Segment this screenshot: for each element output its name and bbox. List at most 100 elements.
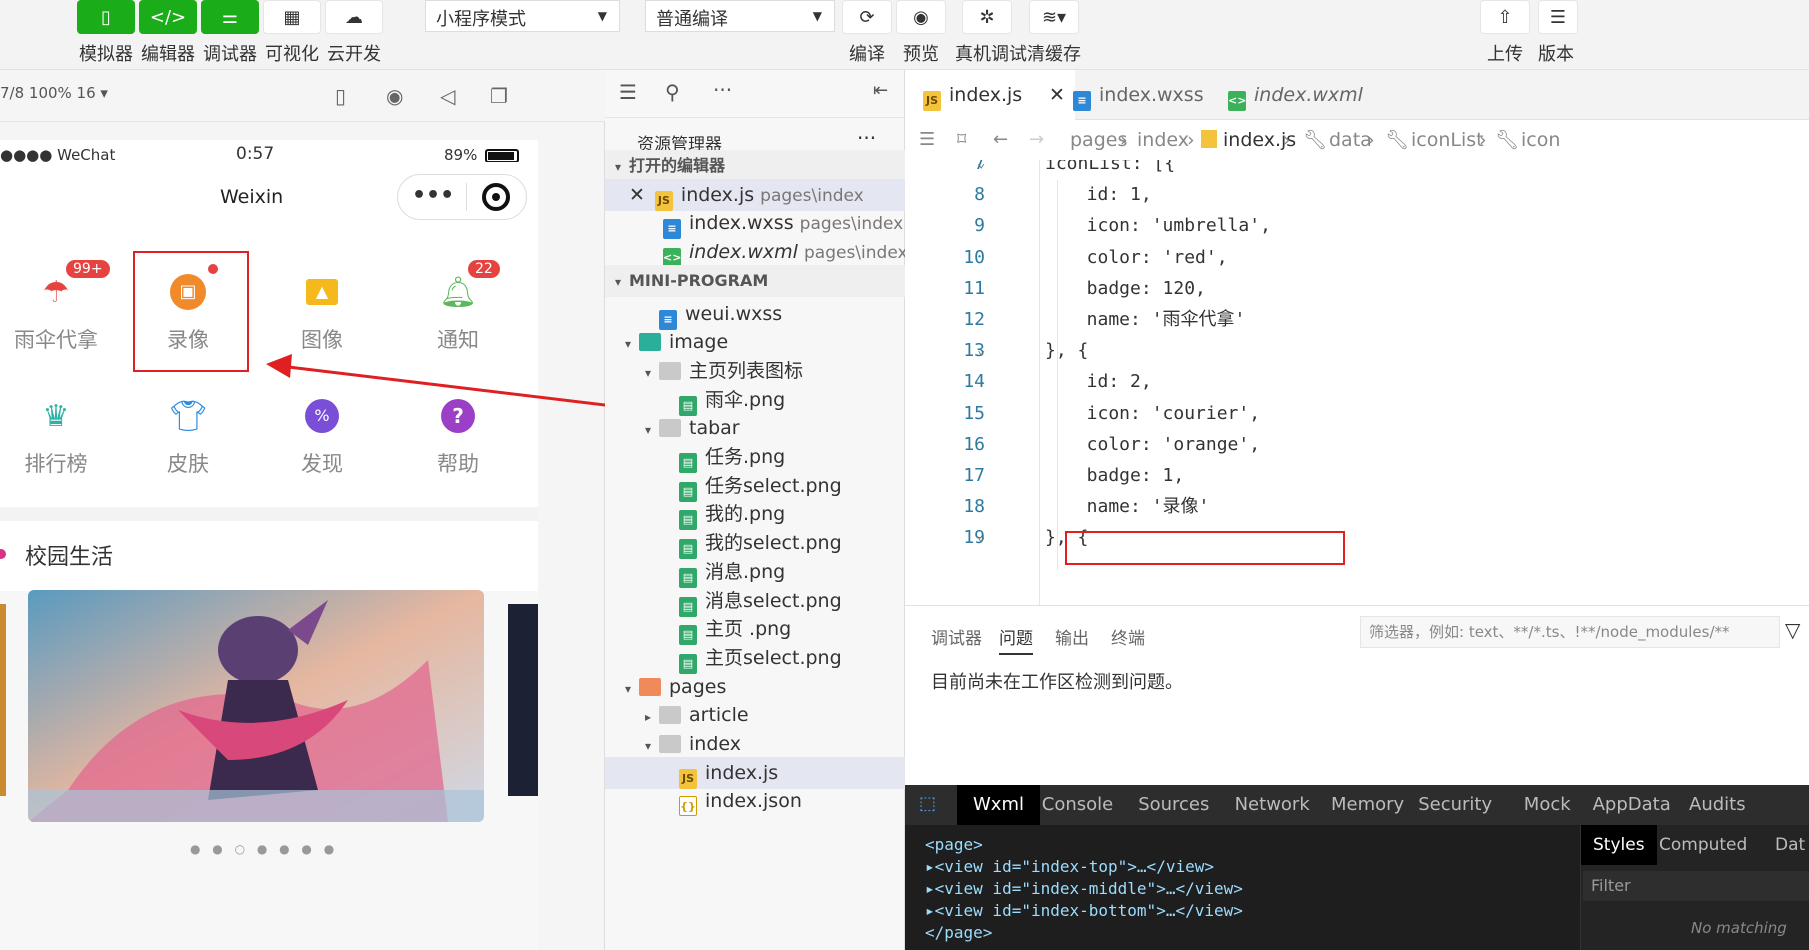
tab-index-wxml[interactable]: <> index.wxml <box>1210 70 1385 120</box>
dom-node[interactable]: ▸<view id="index-middle">…</view> <box>925 879 1243 898</box>
code-line[interactable]: 18 name: '录像' <box>905 491 1809 522</box>
open-editors-section[interactable]: ▾ 打开的编辑器 <box>605 150 905 182</box>
tree-file[interactable]: {} index.json <box>605 785 905 817</box>
devtools-tab[interactable]: Console <box>1026 785 1129 825</box>
fold-chevron-icon[interactable]: ⌄ <box>977 160 985 179</box>
breadcrumb-item[interactable]: index <box>1137 120 1189 160</box>
debugger-button[interactable]: ⚌ 调试器 <box>200 0 260 66</box>
problems-filter-input[interactable]: 筛选器，例如: text、**/*.ts、!**/node_modules/** <box>1360 616 1780 648</box>
stop-icon[interactable]: ◉ <box>386 84 403 108</box>
tree-file[interactable]: ▤ 任务select.png <box>605 470 905 502</box>
close-icon[interactable]: ✕ <box>629 184 645 206</box>
tree-file[interactable]: ▤ 消息select.png <box>605 585 905 617</box>
breadcrumb-item[interactable]: data <box>1329 120 1372 160</box>
close-miniprogram-icon[interactable] <box>482 183 510 211</box>
devtools-tab[interactable]: Network <box>1219 785 1326 825</box>
cloud-button[interactable]: ☁ 云开发 <box>324 0 384 66</box>
tab-output[interactable]: 输出 <box>1055 624 1089 649</box>
tab-terminal[interactable]: 终端 <box>1111 624 1145 649</box>
code-line[interactable]: 10 color: 'red', <box>905 242 1809 273</box>
code-line[interactable]: 15 icon: 'courier', <box>905 398 1809 429</box>
bookmark-icon[interactable]: ⌑ <box>957 120 966 160</box>
tree-folder[interactable]: ▾ tabar <box>605 412 905 444</box>
list-icon[interactable]: ☰ <box>919 120 935 160</box>
tree-folder[interactable]: ▾ image <box>605 326 905 358</box>
grid-item-umbrella[interactable]: ☂ 雨伞代拿 99+ <box>0 252 124 372</box>
tree-file[interactable]: ▤ 任务.png <box>605 441 905 473</box>
tab-problems[interactable]: 问题 <box>999 624 1033 655</box>
tab-dataset[interactable]: Dat <box>1775 825 1805 865</box>
devtools-tab[interactable]: Sources <box>1122 785 1225 825</box>
dom-node[interactable]: </page> <box>925 923 992 942</box>
simulator-button[interactable]: ▯ 模拟器 <box>76 0 136 66</box>
code-area[interactable]: 7 ⌄ iconList: [{8 id: 1, 9 icon: 'umbrella'… <box>905 160 1809 605</box>
window-icon[interactable]: ❐ <box>490 84 508 108</box>
grid-item-ranking[interactable]: ♛ 排行榜 <box>0 376 124 496</box>
compile-select[interactable]: 普通编译 ▼ <box>645 0 835 32</box>
breadcrumb-item[interactable]: iconList <box>1411 120 1484 160</box>
code-line[interactable]: 7 ⌄ iconList: [{ <box>905 160 1809 179</box>
carousel-image[interactable] <box>28 590 484 822</box>
breadcrumb-item[interactable]: icon <box>1521 120 1560 160</box>
project-section[interactable]: ▾ MINI-PROGRAM <box>605 264 905 297</box>
tree-folder[interactable]: ▸ article <box>605 699 905 731</box>
real-device-debug-button[interactable]: ✲ 真机调试 <box>955 0 1027 66</box>
filter-icon[interactable]: ▽ <box>1785 618 1800 642</box>
editor-button[interactable]: </> 编辑器 <box>138 0 198 66</box>
inspect-element-icon[interactable]: ⬚ <box>919 793 936 814</box>
code-line[interactable]: 12 name: '雨伞代拿' <box>905 304 1809 335</box>
grid-item-discover[interactable]: % 发现 <box>254 376 390 496</box>
tree-folder[interactable]: ▾ index <box>605 728 905 760</box>
grid-item-notice[interactable]: 🔔︎ 通知 22 <box>390 252 526 372</box>
tab-index-wxss[interactable]: ≡ index.wxss <box>1055 70 1225 120</box>
code-line[interactable]: 17 badge: 1, <box>905 460 1809 491</box>
mode-select[interactable]: 小程序模式 ▼ <box>425 0 620 32</box>
breadcrumb-item[interactable]: pages <box>1070 120 1127 160</box>
more-icon[interactable]: ••• <box>412 183 454 208</box>
code-line[interactable]: 8 id: 1, <box>905 179 1809 210</box>
ellipsis-icon[interactable]: ··· <box>857 126 876 150</box>
tree-file[interactable]: JS index.js <box>605 756 905 789</box>
devtools-tab[interactable]: Mock <box>1508 785 1587 825</box>
forward-arrow-icon[interactable]: → <box>1029 120 1044 160</box>
tree-file[interactable]: ▤ 主页 .png <box>605 613 905 646</box>
tree-file[interactable]: ▤ 主页select.png <box>605 642 905 674</box>
tree-file[interactable]: ≡ weui.wxss <box>605 298 905 330</box>
open-editor-item[interactable]: <> index.wxml pages\index <box>605 236 908 269</box>
tab-debugger[interactable]: 调试器 <box>931 624 982 649</box>
ellipsis-icon[interactable]: ··· <box>713 78 732 102</box>
version-button[interactable]: ☰ 版本 <box>1538 0 1578 66</box>
grid-item-help[interactable]: ? 帮助 <box>390 376 526 496</box>
carousel-dots[interactable]: ● ● ○ ● ● ● ● <box>190 842 338 856</box>
dom-node[interactable]: <page> <box>925 835 983 854</box>
capsule-menu[interactable]: ••• <box>397 174 527 220</box>
tree-file[interactable]: ▤ 雨伞.png <box>605 384 905 416</box>
list-icon[interactable]: ☰ <box>619 80 637 104</box>
tree-folder[interactable]: ▾ pages <box>605 671 905 703</box>
code-line[interactable]: 19 ⌄}, { <box>905 522 1809 553</box>
collapse-panel-icon[interactable]: ⇤ <box>873 80 888 101</box>
upload-button[interactable]: ⇧ 上传 <box>1478 0 1532 66</box>
tree-folder[interactable]: ▾ 主页列表图标 <box>605 355 905 387</box>
visual-button[interactable]: ▦ 可视化 <box>262 0 322 66</box>
volume-icon[interactable]: ◁ <box>440 84 455 108</box>
device-info[interactable]: 7/8 100% 16 ▾ <box>0 84 108 102</box>
code-line[interactable]: 14 id: 2, <box>905 366 1809 397</box>
code-line[interactable]: 9 icon: 'umbrella', <box>905 210 1809 241</box>
compile-button[interactable]: ⟳ 编译 <box>840 0 894 66</box>
open-editor-item[interactable]: ✕ JS index.js pages\index <box>605 178 905 211</box>
dom-node[interactable]: ▸<view id="index-top">…</view> <box>925 857 1214 876</box>
tab-styles[interactable]: Styles <box>1581 825 1657 865</box>
tab-computed[interactable]: Computed <box>1659 825 1747 865</box>
devtools-tab[interactable]: Security <box>1402 785 1508 825</box>
open-editor-item[interactable]: ≡ index.wxss pages\index <box>605 207 905 240</box>
styles-filter-input[interactable]: Filter <box>1583 871 1809 901</box>
devtools-tab[interactable]: Audits <box>1673 785 1762 825</box>
devtools-tab[interactable]: AppData <box>1577 785 1687 825</box>
fold-chevron-icon[interactable]: ⌄ <box>977 335 985 366</box>
code-line[interactable]: 11 badge: 120, <box>905 273 1809 304</box>
tree-file[interactable]: ▤ 消息.png <box>605 556 905 588</box>
grid-item-skin[interactable]: 👕︎ 皮肤 <box>120 376 256 496</box>
search-icon[interactable]: ⚲ <box>665 80 680 104</box>
fold-chevron-icon[interactable]: ⌄ <box>977 522 985 553</box>
